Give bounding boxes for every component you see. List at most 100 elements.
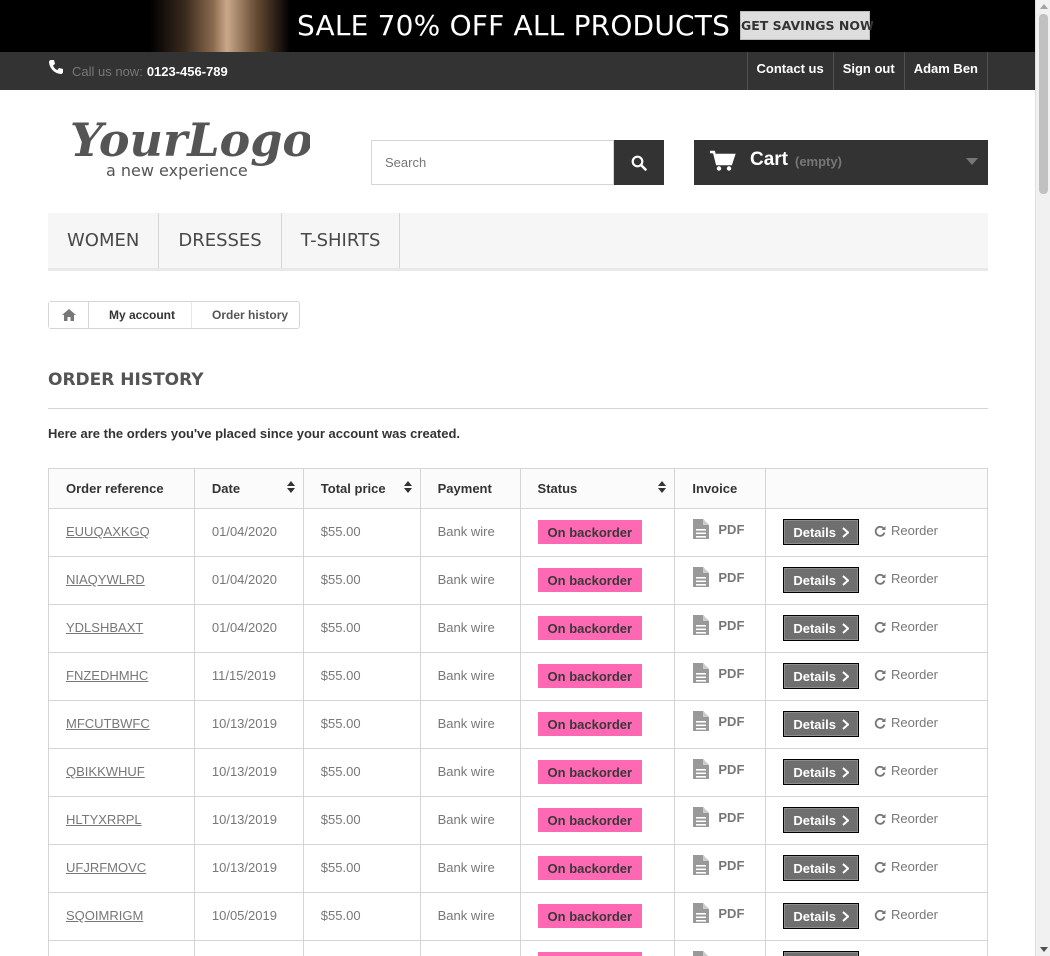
details-label: Details (793, 620, 836, 636)
header-total-price[interactable]: Total price (302, 468, 421, 509)
status-badge: On backorder (537, 952, 643, 956)
promo-banner[interactable]: SALE 70% OFF ALL PRODUCTS GET SAVINGS NO… (0, 0, 1035, 52)
order-date: 10/13/2019 (193, 796, 304, 845)
chevron-right-icon (842, 862, 849, 874)
order-reference-link[interactable]: QBIKKWHUF (66, 764, 145, 779)
order-status-cell: On backorder (519, 844, 676, 893)
pdf-invoice-link[interactable]: PDF (692, 806, 744, 828)
order-total: $55.00 (302, 892, 421, 941)
actions-cell: Details Reorder (765, 844, 988, 893)
pdf-invoice-link[interactable]: PDF (692, 710, 744, 732)
table-row: UFJRFMOVC 10/13/2019 $55.00 Bank wire On bac… (48, 844, 988, 893)
menu-item-tshirts[interactable]: T-shirts (282, 213, 401, 268)
reorder-link[interactable]: Reorder (874, 619, 938, 634)
file-text-icon (693, 711, 710, 731)
invoice-cell: PDF (674, 892, 767, 941)
pdf-invoice-link[interactable]: PDF (692, 518, 744, 540)
order-payment: Bank wire (419, 604, 521, 653)
order-reference-link[interactable]: FNZEDHMHC (66, 668, 148, 683)
order-reference-link[interactable]: NIAQYWLRD (66, 572, 145, 587)
contact-us-link[interactable]: Contact us (746, 52, 833, 90)
reorder-link[interactable]: Reorder (874, 811, 938, 826)
details-button[interactable]: Details (783, 519, 859, 545)
reorder-link[interactable]: Reorder (874, 907, 938, 922)
pdf-invoice-link[interactable]: PDF (692, 950, 744, 956)
order-reference-link[interactable]: SQOIMRIGM (66, 908, 143, 923)
search-icon (631, 155, 647, 171)
status-badge: On backorder (537, 568, 643, 592)
pdf-invoice-link[interactable]: PDF (692, 758, 744, 780)
pdf-label: PDF (718, 713, 745, 729)
pdf-invoice-link[interactable]: PDF (692, 662, 744, 684)
order-reference-cell: EUUQAXKGQ (48, 508, 195, 557)
menu-item-women[interactable]: Women (48, 213, 160, 268)
invoice-cell: PDF (674, 700, 767, 749)
logo-tagline: a new experience (106, 161, 248, 180)
order-reference-link[interactable]: MFCUTBWFC (66, 716, 150, 731)
reorder-link[interactable]: Reorder (874, 715, 938, 730)
details-button[interactable]: Details (783, 567, 859, 593)
order-reference-link[interactable]: EUUQAXKGQ (66, 524, 150, 539)
details-button[interactable]: Details (783, 711, 859, 737)
order-reference-link[interactable]: UFJRFMOVC (66, 860, 146, 875)
search-button[interactable] (614, 140, 664, 185)
order-payment: Bank wire (419, 748, 521, 797)
page-scrollbar[interactable] (1035, 0, 1050, 956)
pdf-invoice-link[interactable]: PDF (692, 566, 744, 588)
sign-out-link[interactable]: Sign out (832, 52, 904, 90)
breadcrumb-my-account[interactable]: My account (89, 302, 191, 328)
refresh-icon (874, 813, 886, 825)
details-button[interactable]: Details (783, 903, 859, 929)
header-date[interactable]: Date (193, 468, 304, 509)
pdf-label: PDF (718, 809, 745, 825)
reorder-link[interactable]: Reorder (874, 571, 938, 586)
file-text-icon (693, 567, 710, 587)
reorder-link[interactable]: Reorder (874, 763, 938, 778)
cart-block[interactable]: Cart (empty) (694, 140, 988, 185)
reorder-link[interactable]: Reorder (874, 859, 938, 874)
search-input[interactable] (371, 140, 614, 185)
details-button[interactable]: Details (783, 663, 859, 689)
details-button[interactable]: Details (783, 855, 859, 881)
pdf-invoice-link[interactable]: PDF (692, 854, 744, 876)
order-reference-link[interactable]: HLTYXRRPL (66, 812, 142, 827)
store-logo[interactable]: YourLogo a new experience (70, 108, 313, 183)
account-name-link[interactable]: Adam Ben (903, 52, 988, 90)
sort-icon[interactable] (286, 480, 295, 494)
details-button[interactable]: Details (783, 951, 859, 956)
pdf-invoice-link[interactable]: PDF (692, 614, 744, 636)
status-badge: On backorder (537, 520, 643, 544)
pdf-invoice-link[interactable]: PDF (692, 902, 744, 924)
order-payment: Bank wire (419, 796, 521, 845)
scrollbar-thumb[interactable] (1039, 14, 1048, 194)
top-nav-bar: Call us now: 0123-456-789 Contact us Sig… (0, 52, 1035, 90)
menu-item-dresses[interactable]: Dresses (159, 213, 282, 268)
details-label: Details (793, 524, 836, 540)
call-us: Call us now: 0123-456-789 (48, 52, 228, 90)
sort-icon[interactable] (658, 480, 667, 494)
header-status[interactable]: Status (519, 468, 676, 509)
call-label: Call us now: (72, 63, 143, 79)
cart-status: (empty) (795, 154, 842, 169)
scroll-down-arrow[interactable] (1040, 947, 1048, 952)
details-label: Details (793, 764, 836, 780)
table-row: MFCUTBWFC 10/13/2019 $55.00 Bank wire On bac… (48, 700, 988, 749)
reorder-label: Reorder (890, 667, 938, 682)
pdf-label: PDF (718, 665, 745, 681)
details-label: Details (793, 716, 836, 732)
order-history-table: Order reference Date Total price Payment… (48, 468, 988, 956)
breadcrumb-current: Order history (191, 302, 299, 328)
reorder-link[interactable]: Reorder (874, 667, 938, 682)
scroll-up-arrow[interactable] (1040, 4, 1048, 9)
details-button[interactable]: Details (783, 615, 859, 641)
details-button[interactable]: Details (783, 807, 859, 833)
details-button[interactable]: Details (783, 759, 859, 785)
sort-icon[interactable] (403, 480, 412, 494)
get-savings-button[interactable]: GET SAVINGS NOW (740, 11, 874, 40)
reorder-link[interactable]: Reorder (874, 523, 938, 538)
breadcrumb-home[interactable] (49, 302, 89, 328)
banner-model-image (150, 0, 290, 52)
order-status-cell: On backorder (519, 508, 676, 557)
order-reference-link[interactable]: YDLSHBAXT (66, 620, 143, 635)
home-icon (61, 309, 76, 321)
